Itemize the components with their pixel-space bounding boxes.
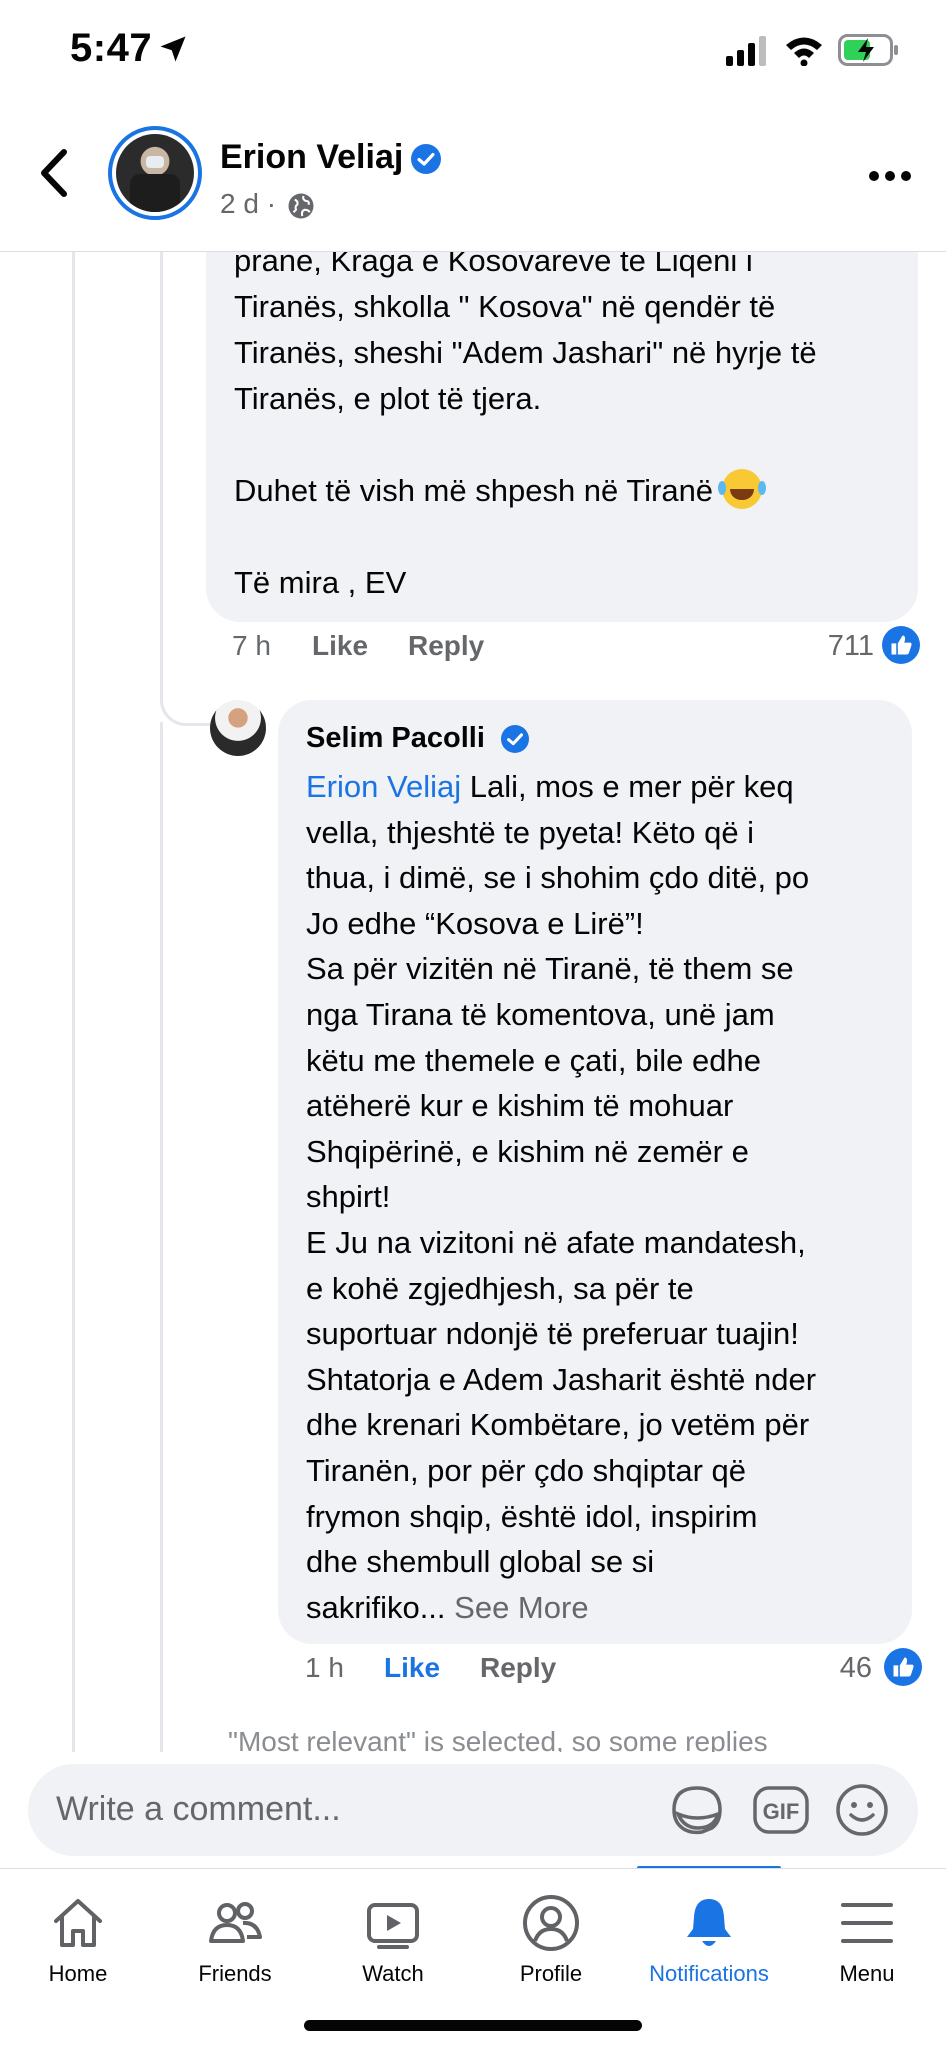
tab-menu[interactable]: Menu bbox=[792, 1869, 942, 1999]
verified-badge-icon bbox=[500, 725, 529, 754]
comment-time: 7 h bbox=[232, 630, 271, 661]
reaction-count[interactable]: 711 bbox=[828, 630, 874, 663]
profile-icon bbox=[523, 1895, 579, 1951]
reaction-count[interactable]: 46 bbox=[840, 1652, 872, 1685]
tab-label: Friends bbox=[198, 1961, 272, 1986]
globe-icon bbox=[288, 193, 314, 219]
tab-notifications[interactable]: Notifications bbox=[634, 1869, 784, 1999]
tab-label: Notifications bbox=[649, 1961, 769, 1986]
comment-placeholder[interactable]: Write a comment... bbox=[56, 1790, 341, 1829]
back-arrow-icon[interactable] bbox=[36, 148, 70, 198]
tab-label: Home bbox=[48, 1961, 108, 1986]
comment-bubble[interactable]: prane, Kraga e Kosovareve te Liqeni i Ti… bbox=[206, 252, 918, 622]
home-icon bbox=[54, 1899, 102, 1947]
thread-line bbox=[72, 252, 75, 1752]
reply-connector bbox=[160, 692, 210, 726]
reply-button[interactable]: Reply bbox=[480, 1652, 556, 1684]
thread-line bbox=[160, 722, 163, 1752]
tab-watch[interactable]: Watch bbox=[318, 1869, 468, 1999]
tab-profile[interactable]: Profile bbox=[476, 1869, 626, 1999]
comment-thread: prane, Kraga e Kosovareve te Liqeni i Ti… bbox=[0, 252, 946, 1752]
author-name[interactable]: Erion Veliaj bbox=[220, 138, 403, 176]
see-more-link[interactable]: See More bbox=[454, 1590, 588, 1625]
watch-icon bbox=[367, 1903, 419, 1949]
commenter-avatar[interactable] bbox=[210, 700, 266, 756]
reply-text-block: Erion Veliaj Lali, mos e mer për keq vel… bbox=[306, 764, 884, 1630]
sticker-icon[interactable] bbox=[668, 1782, 726, 1838]
menu-icon bbox=[841, 1903, 893, 1943]
mention-link[interactable]: Erion Veliaj bbox=[306, 769, 461, 804]
like-button-active[interactable]: Like bbox=[384, 1652, 440, 1684]
comment-text: prane, Kraga e Kosovareve te Liqeni i Ti… bbox=[234, 252, 817, 508]
more-options-icon[interactable] bbox=[868, 168, 912, 184]
relevance-filter-note: "Most relevant" is selected, so some rep… bbox=[228, 1726, 768, 1752]
like-button[interactable]: Like bbox=[312, 630, 368, 662]
battery-charging-icon bbox=[838, 34, 898, 66]
emoji-icon[interactable] bbox=[834, 1782, 890, 1838]
wifi-icon bbox=[786, 37, 822, 66]
reply-bubble[interactable]: Selim Pacolli Erion Veliaj Lali, mos e m… bbox=[278, 700, 912, 1644]
comment-composer-area: Write a comment... GIF bbox=[0, 1752, 946, 1868]
home-indicator[interactable] bbox=[304, 2020, 642, 2031]
like-reaction-icon bbox=[884, 1648, 922, 1686]
cellular-signal-icon bbox=[726, 36, 766, 66]
verified-badge-icon bbox=[411, 144, 442, 175]
commenter-name-row[interactable]: Selim Pacolli bbox=[306, 718, 884, 758]
commenter-name[interactable]: Selim Pacolli bbox=[306, 722, 485, 754]
tab-label: Profile bbox=[519, 1961, 583, 1986]
thread-line bbox=[160, 252, 163, 702]
comment-input[interactable]: Write a comment... GIF bbox=[28, 1764, 918, 1856]
post-header: Erion Veliaj 2 d · bbox=[0, 100, 946, 252]
status-time: 5:47 bbox=[70, 26, 153, 70]
like-reaction-icon bbox=[882, 626, 920, 664]
author-avatar[interactable] bbox=[108, 126, 202, 220]
reply-time: 1 h bbox=[305, 1652, 344, 1683]
svg-text:GIF: GIF bbox=[763, 1799, 800, 1824]
comment-signoff: Të mira , EV bbox=[234, 565, 407, 600]
post-meta: 2 d · bbox=[220, 188, 316, 221]
friends-icon bbox=[209, 1902, 262, 1943]
tab-friends[interactable]: Friends bbox=[160, 1869, 310, 1999]
author-name-row[interactable]: Erion Veliaj bbox=[220, 138, 442, 177]
gif-icon[interactable]: GIF bbox=[752, 1782, 810, 1838]
tab-home[interactable]: Home bbox=[3, 1869, 153, 1999]
location-arrow-icon bbox=[160, 36, 186, 62]
tab-label: Menu bbox=[839, 1961, 895, 1986]
tab-label: Watch bbox=[362, 1961, 424, 1986]
bell-icon bbox=[687, 1899, 731, 1946]
laughing-emoji-icon bbox=[717, 469, 762, 509]
status-bar: 5:47 bbox=[0, 0, 946, 100]
reply-button[interactable]: Reply bbox=[408, 630, 484, 662]
reply-text: Lali, mos e mer për keq vella, thjeshtë … bbox=[306, 769, 817, 1625]
post-time: 2 d · bbox=[220, 188, 277, 219]
